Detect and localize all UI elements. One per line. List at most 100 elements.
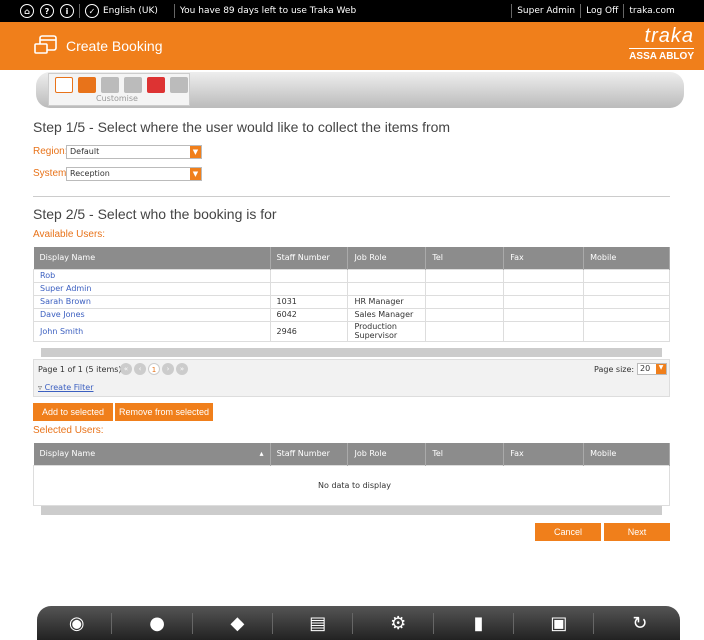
- fax-cell: [503, 320, 585, 342]
- customise-label: Customise: [96, 94, 138, 103]
- settings-icon[interactable]: ⚙: [364, 612, 434, 634]
- column-header[interactable]: Staff Number: [270, 443, 349, 465]
- mobile-cell: [583, 307, 670, 322]
- divider: [511, 4, 513, 18]
- table-row[interactable]: John Smith 2946 Production Supervisor: [33, 320, 670, 342]
- system-label: System: [33, 168, 67, 179]
- delete-icon[interactable]: [147, 77, 165, 93]
- help-icon[interactable]: ?: [40, 4, 54, 18]
- column-header[interactable]: Tel: [425, 443, 505, 465]
- logo-text: traka: [644, 25, 694, 47]
- view-icon[interactable]: [55, 77, 73, 93]
- tel-cell: [425, 268, 505, 283]
- add-to-selected-button[interactable]: Add to selected: [33, 403, 113, 421]
- column-header[interactable]: Mobile: [583, 247, 670, 269]
- current-user: Super Admin: [517, 6, 576, 16]
- info-icon[interactable]: i: [60, 4, 74, 18]
- page-size-label: Page size:: [594, 365, 635, 374]
- dropdown-arrow-icon[interactable]: ▼: [190, 146, 201, 158]
- format-icon[interactable]: [124, 77, 142, 93]
- table-row[interactable]: Super Admin: [33, 281, 670, 296]
- last-page-icon[interactable]: »: [176, 363, 188, 375]
- staff-number-cell: 1031: [269, 294, 349, 309]
- staff-number-cell: [269, 281, 349, 296]
- selected-users-label: Selected Users:: [33, 425, 104, 436]
- divider: [580, 4, 582, 18]
- tel-cell: [425, 307, 505, 322]
- display-name-cell[interactable]: John Smith: [33, 320, 271, 342]
- fax-cell: [503, 281, 585, 296]
- horizontal-scrollbar[interactable]: [33, 348, 670, 357]
- column-header[interactable]: Job Role: [347, 443, 427, 465]
- columns-icon[interactable]: [78, 77, 96, 93]
- sort-up-icon[interactable]: ▴: [260, 449, 264, 458]
- prev-page-icon[interactable]: ‹: [134, 363, 146, 375]
- display-name-cell[interactable]: Rob: [33, 268, 271, 283]
- column-header[interactable]: Fax: [503, 247, 585, 269]
- create-filter-link[interactable]: ▿ Create Filter: [38, 383, 94, 392]
- create-filter-label: Create Filter: [44, 383, 94, 392]
- column-header[interactable]: Fax: [503, 443, 585, 465]
- site-link[interactable]: traka.com: [629, 6, 674, 16]
- page-title: Create Booking: [66, 38, 163, 54]
- display-name-cell[interactable]: Super Admin: [33, 281, 271, 296]
- system-select[interactable]: Reception ▼: [66, 167, 202, 181]
- traka-logo: traka ASSA ABLOY: [629, 26, 694, 62]
- documents-icon[interactable]: ▤: [283, 612, 354, 634]
- display-name-cell[interactable]: Sarah Brown: [33, 294, 271, 309]
- tel-cell: [425, 294, 505, 309]
- next-page-icon[interactable]: ›: [162, 363, 174, 375]
- mobile-cell: [583, 268, 670, 283]
- column-header[interactable]: Staff Number: [270, 247, 349, 269]
- staff-number-cell: [269, 268, 349, 283]
- bottom-nav: ◉ ● ◆ ▤ ⚙ ▮ ▣ ↻: [37, 606, 680, 640]
- fax-cell: [503, 307, 585, 322]
- mobile-cell: [583, 281, 670, 296]
- language-selector[interactable]: English (UK): [103, 6, 158, 16]
- trial-notice: You have 89 days left to use Traka Web: [179, 6, 357, 16]
- select-icon[interactable]: [170, 77, 188, 93]
- display-name-cell[interactable]: Dave Jones: [33, 307, 271, 322]
- logo-subtext: ASSA ABLOY: [629, 48, 694, 62]
- horizontal-scrollbar[interactable]: [33, 506, 670, 515]
- column-header[interactable]: Mobile: [583, 443, 670, 465]
- remove-from-selected-button[interactable]: Remove from selected: [115, 403, 213, 421]
- selected-users-table: Display Name ▴ Staff Number Job Role Tel …: [33, 443, 670, 506]
- divider: [33, 196, 670, 197]
- screen-icon[interactable]: ▣: [524, 612, 595, 634]
- history-icon[interactable]: ↻: [605, 613, 675, 634]
- eye-icon[interactable]: ◉: [42, 612, 113, 634]
- dropdown-arrow-icon[interactable]: ▼: [190, 168, 201, 180]
- region-select[interactable]: Default ▼: [66, 145, 202, 159]
- region-label: Region:: [33, 146, 68, 157]
- column-header[interactable]: Job Role: [347, 247, 427, 269]
- fax-cell: [503, 294, 585, 309]
- cancel-button[interactable]: Cancel: [535, 523, 601, 541]
- column-header[interactable]: Display Name ▴: [33, 443, 271, 465]
- table-row[interactable]: Sarah Brown 1031 HR Manager: [33, 294, 670, 309]
- table-row[interactable]: Rob: [33, 268, 670, 283]
- current-page-button[interactable]: 1: [148, 363, 160, 375]
- next-button[interactable]: Next: [604, 523, 670, 541]
- system-icon[interactable]: ▮: [444, 612, 515, 634]
- language-dropdown-icon[interactable]: ✓: [85, 4, 99, 18]
- home-icon[interactable]: ⌂: [20, 4, 34, 18]
- table-row[interactable]: Dave Jones 6042 Sales Manager: [33, 307, 670, 322]
- logoff-link[interactable]: Log Off: [586, 6, 618, 16]
- column-header[interactable]: Display Name: [33, 247, 271, 269]
- user-icon[interactable]: ●: [123, 612, 193, 634]
- layout-icon[interactable]: [101, 77, 119, 93]
- staff-number-cell: 6042: [269, 307, 349, 322]
- job-role-cell: Sales Manager: [347, 307, 427, 322]
- pager: Page 1 of 1 (5 items) «‹ 1 ›» Page size: 2…: [33, 359, 670, 397]
- dropdown-arrow-icon[interactable]: ▼: [656, 364, 666, 374]
- items-icon[interactable]: ◆: [203, 612, 273, 634]
- mobile-cell: [583, 294, 670, 309]
- top-bar: ⌂ ? i ✓ English (UK) You have 89 days le…: [0, 0, 704, 22]
- column-header[interactable]: Tel: [425, 247, 505, 269]
- divider: [173, 4, 175, 18]
- job-role-cell: HR Manager: [347, 294, 427, 309]
- first-page-icon[interactable]: «: [120, 363, 132, 375]
- page-size-select[interactable]: 20 ▼: [637, 363, 667, 375]
- job-role-cell: [347, 281, 427, 296]
